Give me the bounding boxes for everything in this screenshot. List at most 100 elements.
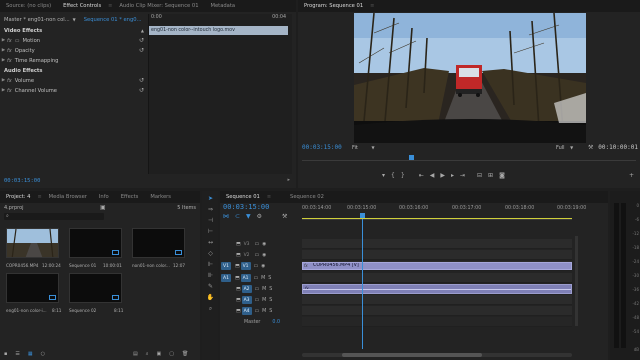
project-item-thumbnail[interactable] [69,273,122,303]
scroll-thumb[interactable] [342,353,482,357]
lock-icon[interactable]: ▪ [4,351,7,357]
effect-controls-timecode[interactable]: 00:03:15:00 [4,178,40,184]
wrench-icon[interactable]: ⚒ [282,213,287,220]
pen-tool-icon[interactable]: ✎ [206,283,215,291]
fx-toggle-icon[interactable]: fx [7,78,12,84]
lock-icon[interactable]: ⬒ [235,264,240,269]
effect-row-opacity[interactable]: ▶ fx Opacity ↺ [0,46,148,55]
in-point-icon[interactable]: { [391,172,395,182]
track-target-v3[interactable]: V3 [242,240,252,248]
timeline-settings-icon[interactable]: ⚙ [257,213,262,220]
step-forward-icon[interactable]: ▸ [451,172,454,182]
lift-icon[interactable]: ⊟ [477,172,482,182]
tab-effects[interactable]: Effects [115,191,145,203]
footer-icon[interactable]: ▸ [287,177,290,183]
program-scrubber[interactable] [302,155,636,161]
tab-sequence-02[interactable]: Sequence 02 [284,191,330,203]
automate-icon[interactable]: ▤ [133,351,138,357]
expand-triangle-icon[interactable]: ▶ [0,48,7,53]
expand-triangle-icon[interactable]: ▶ [0,38,7,43]
sync-lock-icon[interactable]: ▭ [255,309,260,314]
solo-icon[interactable]: S [268,276,271,281]
track-lane-a3[interactable] [302,295,572,305]
reset-icon[interactable]: ↺ [139,87,144,94]
track-lane-v2[interactable] [302,250,572,260]
new-item-icon[interactable]: ▢ [169,351,174,357]
sync-lock-icon[interactable]: ▭ [255,287,260,292]
track-target-v1[interactable]: V1 [240,262,251,270]
sync-lock-icon[interactable]: ▭ [255,242,260,247]
source-patch-v1[interactable]: V1 [221,262,231,270]
project-item-thumbnail[interactable] [6,273,59,303]
lock-icon[interactable]: ⬒ [236,309,241,314]
effect-mini-timeline[interactable]: 0:00 00:04 eng01-non color--intouch logo… [148,14,292,174]
sync-lock-icon[interactable]: ▭ [255,298,260,303]
eye-icon[interactable]: ◉ [262,242,266,247]
sync-lock-icon[interactable]: ▭ [255,253,260,258]
work-area-bar[interactable] [302,218,572,219]
mini-clip-bar[interactable]: eng01-non color--intouch logo.mov [149,26,288,35]
project-item-thumbnail[interactable] [69,228,122,258]
audio-volume-line[interactable] [303,289,571,290]
track-lane-v3[interactable] [302,239,572,249]
mute-icon[interactable]: M [262,287,266,292]
sync-lock-icon[interactable]: ▭ [254,276,259,281]
wrench-icon[interactable]: ⚒ [588,144,593,151]
play-icon[interactable]: ▶ [440,172,445,182]
icon-view-icon[interactable]: ▦ [28,351,33,357]
track-target-a4[interactable]: A4 [241,307,252,315]
expand-triangle-icon[interactable]: ▶ [0,58,7,63]
track-lane-a1[interactable] [302,273,572,283]
master-track-value[interactable]: 0.0 [272,320,280,325]
export-frame-icon[interactable]: ◙ [499,172,505,182]
list-view-icon[interactable]: ☰ [15,351,19,357]
extract-icon[interactable]: ⊞ [488,172,493,182]
effect-row-volume[interactable]: ▶ fx Volume ↺ [0,76,148,85]
zoom-dropdown[interactable]: Fit ▼ [352,145,375,151]
rolling-edit-tool-icon[interactable]: ⊢ [206,228,215,236]
chevron-up-icon[interactable]: ▲ [141,28,144,33]
track-target-a3[interactable]: A3 [241,296,252,304]
go-to-out-icon[interactable]: ⇥ [460,172,465,182]
timeline-menu-icon[interactable]: ≡ [266,194,272,200]
tab-audio-clip-mixer[interactable]: Audio Clip Mixer: Sequence 01 [113,0,204,12]
tab-markers[interactable]: Markers [144,191,177,203]
snap-icon[interactable]: ⋈ [223,213,229,220]
lock-icon[interactable]: ⬒ [236,287,241,292]
solo-icon[interactable]: S [269,298,272,303]
mute-icon[interactable]: M [262,309,266,314]
eye-icon[interactable]: ◉ [261,264,265,269]
effect-row-motion[interactable]: ▶ fx ▭ Motion ↺ [0,36,148,45]
track-target-v2[interactable]: V2 [242,251,252,259]
quality-dropdown[interactable]: Full ▼ [556,145,573,151]
timeline-timecode[interactable]: 00:03:15:00 [223,203,269,211]
add-marker-icon[interactable]: ▼ [246,213,251,220]
tab-source[interactable]: Source: (no clips) [0,0,57,12]
tab-project[interactable]: Project: 4 [0,191,36,203]
tab-info[interactable]: Info [93,191,115,203]
linked-selection-icon[interactable]: ⊂ [235,213,240,220]
eye-icon[interactable]: ◉ [262,253,266,258]
fx-toggle-icon[interactable]: fx [7,58,12,64]
sequence-clip-label[interactable]: Sequence 01 * eng0... [84,17,142,23]
program-menu-icon[interactable]: ≡ [369,3,375,9]
vertical-scrollbar[interactable] [575,236,578,326]
ripple-edit-tool-icon[interactable]: ⊣ [206,217,215,225]
audio-clip[interactable]: fx [302,284,572,294]
track-target-a2[interactable]: A2 [241,285,252,293]
effect-row-time-remapping[interactable]: ▶ fx Time Remapping [0,56,148,65]
reset-icon[interactable]: ↺ [139,77,144,84]
trash-icon[interactable]: 🗑 [182,351,188,357]
sync-lock-icon[interactable]: ▭ [254,264,259,269]
project-item-thumbnail[interactable] [6,228,59,258]
tab-program[interactable]: Program: Sequence 01 [298,0,369,12]
program-timecode-current[interactable]: 00:03:15:00 [302,144,342,151]
effect-row-channel-volume[interactable]: ▶ fx Channel Volume ↺ [0,86,148,95]
step-back-icon[interactable]: ◀ [430,172,435,182]
tab-metadata[interactable]: Metadata [205,0,242,12]
mute-icon[interactable]: M [261,276,265,281]
horizontal-scrollbar[interactable] [302,353,572,357]
track-lane-master[interactable] [302,317,572,327]
mute-icon[interactable]: M [262,298,266,303]
track-select-tool-icon[interactable]: ⇒ [206,206,215,214]
